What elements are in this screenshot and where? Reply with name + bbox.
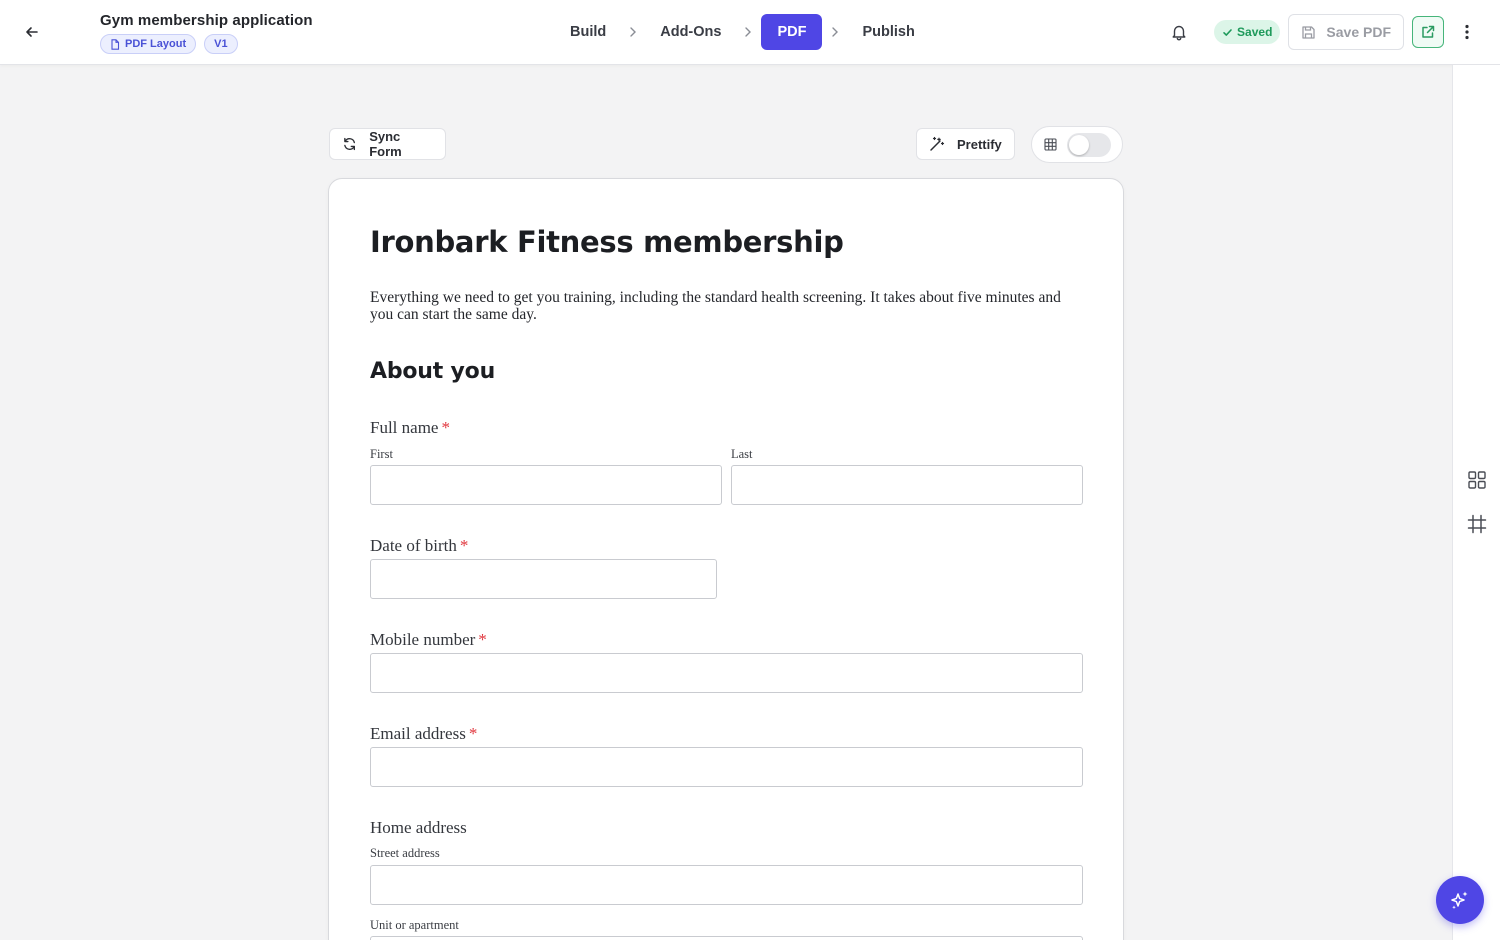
step-add-ons[interactable]: Add-Ons — [646, 14, 735, 50]
grid-toggle-switch[interactable] — [1067, 132, 1111, 157]
full-name-label: Full name * — [370, 418, 450, 437]
grid-icon — [1468, 471, 1486, 489]
pdf-page: Ironbark Fitness membership Everything w… — [328, 178, 1124, 940]
more-options-button[interactable] — [1452, 16, 1482, 48]
chevron-right-icon — [735, 27, 761, 37]
save-pdf-label: Save PDF — [1326, 24, 1391, 40]
step-publish[interactable]: Publish — [848, 14, 928, 50]
version-badge[interactable]: V1 — [204, 34, 238, 54]
step-build[interactable]: Build — [556, 14, 620, 50]
table-icon — [1044, 138, 1057, 151]
sparkles-icon — [1451, 891, 1468, 910]
pdf-layout-label: PDF Layout — [125, 38, 187, 50]
last-name-sublabel: Last — [731, 447, 753, 461]
save-icon — [1302, 25, 1316, 39]
external-link-icon — [1422, 25, 1435, 38]
mobile-label: Mobile number * — [370, 630, 487, 649]
check-icon — [1223, 28, 1232, 36]
chevron-right-icon — [822, 27, 848, 37]
right-rail — [1452, 65, 1500, 940]
unit-field[interactable] — [370, 936, 1083, 940]
sync-form-button[interactable]: Sync Form — [329, 128, 446, 160]
top-bar: Gym membership application PDF Layout V1… — [0, 0, 1500, 65]
frame-icon — [1467, 514, 1487, 534]
document-title: Ironbark Fitness membership — [370, 225, 844, 259]
home-address-label: Home address — [370, 818, 467, 837]
last-name-field[interactable] — [731, 465, 1083, 505]
open-external-button[interactable] — [1412, 16, 1444, 48]
prettify-button[interactable]: Prettify — [916, 128, 1015, 160]
date-of-birth-field[interactable] — [370, 559, 717, 599]
pdf-layout-badge[interactable]: PDF Layout — [100, 34, 197, 54]
header-actions: Saved Save PDF — [1162, 14, 1482, 50]
grid-toggle-control — [1031, 126, 1123, 163]
layout-grid-button[interactable] — [1467, 470, 1487, 490]
saved-label: Saved — [1237, 25, 1273, 39]
step-pdf[interactable]: PDF — [761, 14, 823, 50]
mobile-number-field[interactable] — [370, 653, 1083, 693]
saved-status-badge: Saved — [1214, 20, 1281, 44]
dob-label: Date of birth * — [370, 536, 469, 555]
document-description: Everything we need to get you training, … — [370, 289, 1061, 323]
notifications-button[interactable] — [1162, 15, 1196, 49]
file-icon — [111, 38, 120, 50]
first-name-field[interactable] — [370, 465, 722, 505]
save-pdf-button[interactable]: Save PDF — [1288, 14, 1404, 50]
email-label: Email address * — [370, 724, 478, 743]
email-field[interactable] — [370, 747, 1083, 787]
bell-icon — [1172, 25, 1186, 41]
stepper: Build Add-Ons PDF Publish — [556, 14, 929, 50]
unit-sublabel: Unit or apartment — [370, 918, 459, 932]
toggle-knob — [1069, 134, 1089, 155]
form-title: Gym membership application — [100, 12, 313, 29]
sync-icon — [344, 137, 356, 151]
prettify-label: Prettify — [957, 136, 1002, 152]
magic-wand-icon — [930, 136, 945, 151]
back-button[interactable] — [18, 18, 46, 46]
street-address-sublabel: Street address — [370, 846, 440, 860]
sync-form-label: Sync Form — [369, 129, 402, 159]
ai-assistant-button[interactable] — [1436, 876, 1484, 924]
form-title-block: Gym membership application PDF Layout V1 — [100, 12, 313, 54]
kebab-icon — [1465, 24, 1469, 40]
frame-button[interactable] — [1467, 514, 1487, 534]
chevron-right-icon — [620, 27, 646, 37]
back-arrow-icon — [26, 27, 38, 37]
first-name-sublabel: First — [370, 447, 393, 461]
street-address-field[interactable] — [370, 865, 1083, 905]
section-heading: About you — [370, 359, 496, 384]
